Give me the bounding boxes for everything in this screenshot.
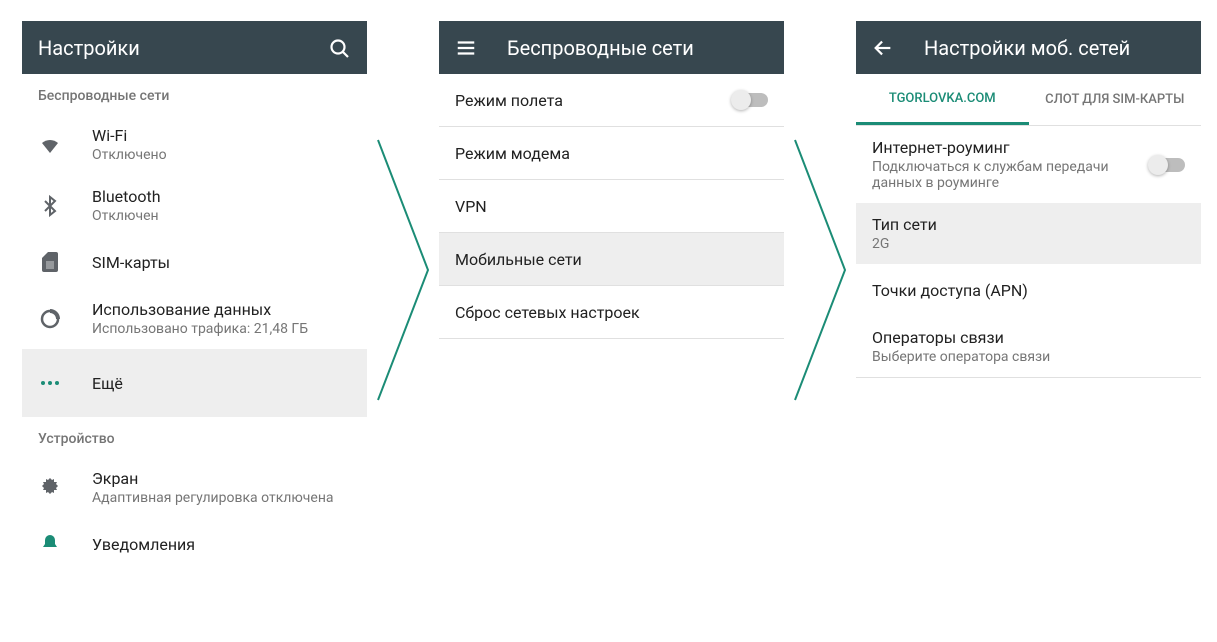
item-reset[interactable]: Сброс сетевых настроек [439,286,784,338]
back-icon[interactable] [872,37,894,59]
notify-label: Уведомления [92,535,351,554]
item-display[interactable]: Экран Адаптивная регулировка отключена [22,457,367,518]
item-notifications[interactable]: Уведомления [22,518,367,570]
nettype-label: Тип сети [872,215,1185,234]
bluetooth-label: Bluetooth [92,187,351,206]
item-network-type[interactable]: Тип сети 2G [856,203,1201,264]
appbar-title: Настройки [38,36,327,60]
sim-label: SIM-карты [92,253,351,272]
sim-icon [38,250,92,274]
roaming-label: Интернет-роуминг [872,138,1151,157]
tab-sim2[interactable]: СЛОТ ДЛЯ SIM-КАРТЫ [1029,74,1202,125]
data-sub: Использовано трафика: 21,48 ГБ [92,321,351,337]
display-icon [38,476,92,500]
vpn-label: VPN [455,197,768,216]
mobile-networks-panel: Настройки моб. сетей TGORLOVKA.COM СЛОТ … [856,21,1201,619]
mobile-label: Мобильные сети [455,250,768,269]
more-icon [38,371,92,395]
wifi-icon [38,133,92,157]
more-label: Ещё [92,374,351,393]
operators-sub: Выберите оператора связи [872,349,1185,365]
item-roaming[interactable]: Интернет-роуминг Подключаться к службам … [856,126,1201,203]
roaming-switch[interactable] [1151,158,1185,172]
data-label: Использование данных [92,300,351,319]
airplane-switch[interactable] [734,93,768,107]
roaming-sub: Подключаться к службам передачи данных в… [872,159,1151,191]
display-label: Экран [92,469,351,488]
wifi-label: Wi-Fi [92,126,351,145]
tab-sim1[interactable]: TGORLOVKA.COM [856,74,1029,125]
tether-label: Режим модема [455,144,768,163]
airplane-label: Режим полета [455,91,734,110]
bluetooth-sub: Отключен [92,208,351,224]
hamburger-icon[interactable] [455,37,477,59]
wireless-title: Беспроводные сети [507,36,768,60]
item-sim[interactable]: SIM-карты [22,236,367,288]
item-more[interactable]: Ещё [22,349,367,417]
search-icon[interactable] [327,36,351,60]
item-wifi[interactable]: Wi-Fi Отключено [22,114,367,175]
item-apn[interactable]: Точки доступа (APN) [856,264,1201,316]
bluetooth-icon [38,194,92,218]
bell-icon [38,532,92,556]
section-wireless: Беспроводные сети [22,74,367,114]
settings-panel: Настройки Беспроводные сети Wi-Fi Отключ… [22,21,367,619]
divider [439,338,784,339]
reset-label: Сброс сетевых настроек [455,303,768,322]
apn-label: Точки доступа (APN) [872,281,1185,300]
data-usage-icon [38,307,92,331]
item-tether[interactable]: Режим модема [439,127,784,179]
item-mobile-networks[interactable]: Мобильные сети [439,233,784,285]
mobile-title: Настройки моб. сетей [924,36,1185,60]
item-vpn[interactable]: VPN [439,180,784,232]
wifi-sub: Отключено [92,147,351,163]
nettype-sub: 2G [872,236,1185,252]
item-data-usage[interactable]: Использование данных Использовано трафик… [22,288,367,349]
item-bluetooth[interactable]: Bluetooth Отключен [22,175,367,236]
operators-label: Операторы связи [872,328,1185,347]
arrow-1 [373,135,433,405]
section-device: Устройство [22,417,367,457]
divider [856,377,1201,378]
appbar-mobile: Настройки моб. сетей [856,21,1201,74]
wireless-panel: Беспроводные сети Режим полета Режим мод… [439,21,784,619]
appbar-wireless: Беспроводные сети [439,21,784,74]
arrow-2 [790,135,850,405]
sim-tabs: TGORLOVKA.COM СЛОТ ДЛЯ SIM-КАРТЫ [856,74,1201,126]
appbar-settings: Настройки [22,21,367,74]
display-sub: Адаптивная регулировка отключена [92,490,351,506]
item-operators[interactable]: Операторы связи Выберите оператора связи [856,316,1201,377]
item-airplane[interactable]: Режим полета [439,74,784,126]
